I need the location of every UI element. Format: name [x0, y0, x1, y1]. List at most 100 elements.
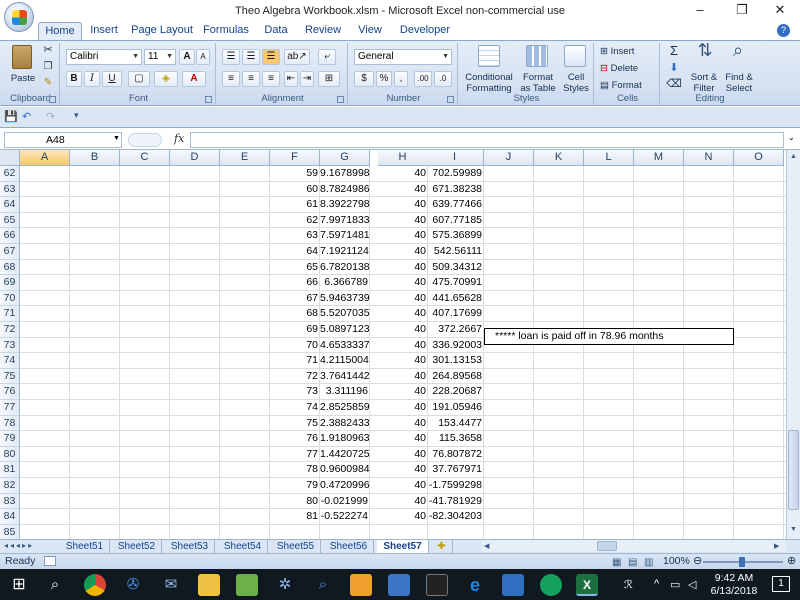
font-size-select[interactable]: 11 ▼ — [144, 49, 176, 65]
row-header[interactable]: 63 — [0, 181, 20, 198]
clipboard-launcher-icon[interactable] — [49, 96, 56, 103]
fill-icon[interactable]: ⬇ — [666, 63, 682, 74]
cell-i[interactable] — [426, 525, 484, 539]
column-header-k[interactable]: K — [534, 150, 584, 166]
paste-button[interactable]: Paste — [4, 73, 42, 84]
cell-h[interactable]: 40 — [378, 431, 428, 446]
file-explorer-icon[interactable] — [198, 574, 220, 596]
cell-i[interactable]: -1.7599298 — [426, 478, 484, 493]
cell-f[interactable]: 72 — [270, 369, 320, 384]
cell-f[interactable]: 65 — [270, 260, 320, 275]
sheet-tab-52[interactable]: Sheet52 — [112, 540, 162, 554]
cell-f[interactable]: 67 — [270, 291, 320, 306]
column-header-m[interactable]: M — [634, 150, 684, 166]
cell-g[interactable]: 1.9180963 — [320, 431, 370, 446]
zoom-in-icon[interactable]: ⊕ — [787, 554, 796, 569]
terminal-icon[interactable] — [426, 574, 448, 596]
cell-h[interactable]: 40 — [378, 384, 428, 399]
font-name-select[interactable]: Calibri ▼ — [66, 49, 142, 65]
cell-f[interactable]: 60 — [270, 182, 320, 197]
note-cell[interactable]: ***** loan is paid off in 78.96 months — [484, 328, 734, 345]
cell-i[interactable]: -41.781929 — [426, 494, 484, 509]
tab-insert[interactable]: Insert — [84, 22, 124, 40]
cell-g[interactable]: 0.9600984 — [320, 462, 370, 477]
cell-f[interactable] — [270, 525, 320, 539]
row-header[interactable]: 74 — [0, 353, 20, 369]
cell-i[interactable]: 509.34312 — [426, 260, 484, 275]
cell-g[interactable]: 5.5207035 — [320, 306, 370, 321]
insert-cells-button[interactable]: ⊞ Insert — [600, 46, 658, 57]
cell-h[interactable]: 40 — [378, 166, 428, 181]
row-header[interactable]: 76 — [0, 384, 20, 400]
cell-i[interactable]: 153.4477 — [426, 416, 484, 431]
app-icon[interactable] — [388, 574, 410, 596]
view-page-layout-icon[interactable]: ▤ — [628, 555, 637, 570]
delete-cells-button[interactable]: ⊟ Delete — [600, 63, 658, 74]
cell-h[interactable]: 40 — [378, 244, 428, 259]
cell-g[interactable]: 5.0897123 — [320, 322, 370, 337]
shrink-font-button[interactable]: A — [196, 49, 210, 65]
number-launcher-icon[interactable] — [447, 96, 454, 103]
cell-h[interactable]: 40 — [378, 213, 428, 228]
orientation-icon[interactable]: ab↗ — [284, 49, 310, 65]
cell-g[interactable]: 4.6533337 — [320, 338, 370, 353]
cell-g[interactable]: 7.9971833 — [320, 213, 370, 228]
cell-g[interactable]: 8.7824986 — [320, 182, 370, 197]
cell-h[interactable]: 40 — [378, 275, 428, 290]
comma-button[interactable]: , — [394, 71, 408, 87]
column-header-n[interactable]: N — [684, 150, 734, 166]
row-header[interactable]: 71 — [0, 306, 20, 322]
cell-g[interactable]: -0.522274 — [320, 509, 370, 524]
cell-f[interactable]: 71 — [270, 353, 320, 368]
cell-h[interactable]: 40 — [378, 494, 428, 509]
name-box[interactable]: A48 — [4, 132, 122, 148]
cell-g[interactable]: 7.1921124 — [320, 244, 370, 259]
chrome-icon[interactable] — [84, 574, 106, 596]
decrease-indent-icon[interactable]: ⇤ — [284, 71, 298, 87]
cell-i[interactable]: 702.59989 — [426, 166, 484, 181]
cell-g[interactable]: 5.9463739 — [320, 291, 370, 306]
cell-f[interactable]: 76 — [270, 431, 320, 446]
cell-i[interactable]: 191.05946 — [426, 400, 484, 415]
cell-i[interactable]: 407.17699 — [426, 306, 484, 321]
cell-g[interactable] — [320, 525, 370, 539]
cell-g[interactable]: 1.4420725 — [320, 447, 370, 462]
align-bottom-icon[interactable]: ☰ — [262, 49, 280, 65]
cell-g[interactable]: 3.311196 — [320, 384, 370, 399]
cell-f[interactable]: 79 — [270, 478, 320, 493]
cell-i[interactable]: 264.89568 — [426, 369, 484, 384]
tab-developer[interactable]: Developer — [396, 22, 454, 40]
font-color-icon[interactable]: A — [182, 71, 206, 87]
sheet-tab-56[interactable]: Sheet56 — [324, 540, 374, 554]
row-header[interactable]: 72 — [0, 322, 20, 338]
cell-i[interactable]: 671.38238 — [426, 182, 484, 197]
zoom-slider[interactable] — [703, 557, 783, 567]
volume-icon[interactable]: ◁ — [688, 578, 696, 591]
sheet-tab-54[interactable]: Sheet54 — [218, 540, 268, 554]
cell-i[interactable]: 575.36899 — [426, 228, 484, 243]
grow-font-button[interactable]: A — [179, 49, 195, 65]
column-header-g[interactable]: G — [320, 150, 370, 166]
cell-h[interactable]: 40 — [378, 306, 428, 321]
cell-g[interactable]: 2.8525859 — [320, 400, 370, 415]
cell-h[interactable]: 40 — [378, 478, 428, 493]
cell-h[interactable]: 40 — [378, 416, 428, 431]
wrap-text-icon[interactable]: ⤶ — [318, 49, 336, 65]
cell-i[interactable]: -82.304203 — [426, 509, 484, 524]
cell-f[interactable]: 81 — [270, 509, 320, 524]
borders-icon[interactable]: ▢ — [128, 71, 150, 87]
cell-f[interactable]: 77 — [270, 447, 320, 462]
help-icon[interactable]: ? — [777, 24, 790, 37]
cell-g[interactable]: 6.7820138 — [320, 260, 370, 275]
app-icon[interactable] — [540, 574, 562, 596]
cell-f[interactable]: 64 — [270, 244, 320, 259]
cell-h[interactable]: 40 — [378, 400, 428, 415]
cell-h[interactable]: 40 — [378, 260, 428, 275]
row-header[interactable]: 79 — [0, 431, 20, 447]
people-icon[interactable]: ℛ — [624, 578, 633, 591]
copy-icon[interactable]: ❐ — [42, 61, 54, 72]
sheet-tab-53[interactable]: Sheet53 — [165, 540, 215, 554]
clock[interactable]: 9:42 AM 6/13/2018 — [706, 572, 762, 598]
cell-i[interactable]: 372.2667 — [426, 322, 484, 337]
tab-data[interactable]: Data — [258, 22, 294, 40]
